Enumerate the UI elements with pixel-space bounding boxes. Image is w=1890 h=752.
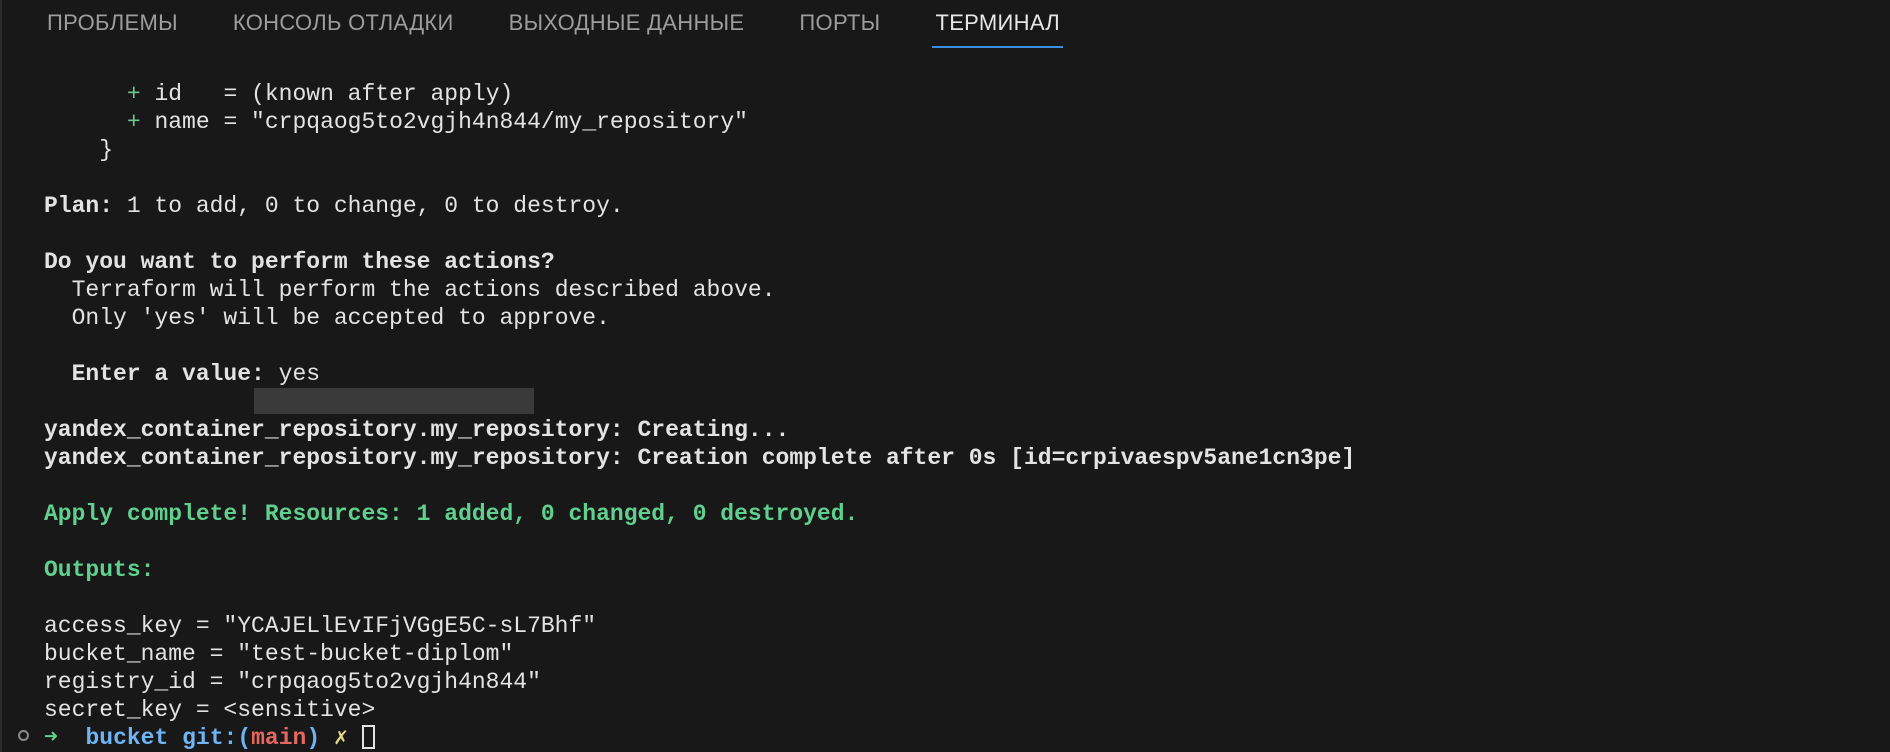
enter-value-label: Enter a value: [71,361,265,387]
terminal-line: Enter a value: yes [44,360,1890,388]
terminal-line: + name = "crpqaog5to2vgjh4n844/my_reposi… [44,108,1890,136]
diff-plus-sign: + [126,81,141,107]
terminal-cursor [361,725,375,749]
outputs-label: Outputs: [44,557,155,583]
terminal-panel: ПРОБЛЕМЫ КОНСОЛЬ ОТЛАДКИ ВЫХОДНЫЕ ДАННЫЕ… [0,0,1890,752]
prompt-git-close: ) [306,725,321,751]
terminal-line: + id = (known after apply) [44,80,1890,108]
confirm-question: Do you want to perform these actions? [44,249,555,275]
plan-label: Plan: [44,193,114,219]
diff-plus-sign: + [126,109,141,135]
terminal-text: } [99,137,114,163]
panel-tab-bar: ПРОБЛЕМЫ КОНСОЛЬ ОТЛАДКИ ВЫХОДНЫЕ ДАННЫЕ… [2,0,1890,48]
terminal-text: Only 'yes' will be accepted to approve. [71,305,610,331]
tab-ports[interactable]: ПОРТЫ [796,0,883,46]
terminal-line: Only 'yes' will be accepted to approve. [44,304,1890,332]
prompt-git-label: git:( [182,725,252,751]
apply-complete-message: Apply complete! Resources: 1 added, 0 ch… [44,501,859,527]
output-registry-id: registry_id = "crpqaog5to2vgjh4n844" [44,669,541,695]
terminal-text: id = (known after apply) [140,81,514,107]
terminal-line: } [44,136,1890,164]
terminal-output[interactable]: + id = (known after apply) + name = "crp… [44,80,1890,752]
tab-terminal[interactable]: ТЕРМИНАЛ [932,0,1064,48]
resource-name: yandex_container_repository.my_repositor… [44,417,624,443]
resource-status: Creating... [623,417,790,443]
tab-debug-console[interactable]: КОНСОЛЬ ОТЛАДКИ [230,0,457,46]
shell-prompt[interactable]: ➜ bucket git:(main) ✗ [44,724,1890,752]
tab-output[interactable]: ВЫХОДНЫЕ ДАННЫЕ [506,0,748,46]
output-access-key: access_key = "YCAJELlEvIFjVGgE5C-sL7Bhf" [44,613,597,639]
terminal-line: Terraform will perform the actions descr… [44,276,1890,304]
prompt-arrow-icon: ➜ [44,725,58,751]
prompt-git-branch: main [251,725,307,751]
terminal-text: name = "crpqaog5to2vgjh4n844/my_reposito… [140,109,748,135]
terminal-line: yandex_container_repository.my_repositor… [44,444,1890,472]
resource-status: Creation complete after 0s [id=crpivaesp… [623,445,1356,471]
terminal-line: Plan: 1 to add, 0 to change, 0 to destro… [44,192,1890,220]
prompt-dirty-icon: ✗ [333,725,348,751]
output-secret-key: secret_key = <sensitive> [44,697,376,723]
command-status-circle-icon[interactable] [18,730,29,741]
terminal-text: Terraform will perform the actions descr… [71,277,776,303]
plan-summary: 1 to add, 0 to change, 0 to destroy. [113,193,624,219]
resource-name: yandex_container_repository.my_repositor… [44,445,624,471]
output-bucket-name: bucket_name = "test-bucket-diplom" [44,641,514,667]
terminal-line: yandex_container_repository.my_repositor… [44,416,1890,444]
enter-value-input: yes [264,361,321,387]
prompt-directory: bucket [85,725,169,751]
tab-problems[interactable]: ПРОБЛЕМЫ [44,0,181,46]
